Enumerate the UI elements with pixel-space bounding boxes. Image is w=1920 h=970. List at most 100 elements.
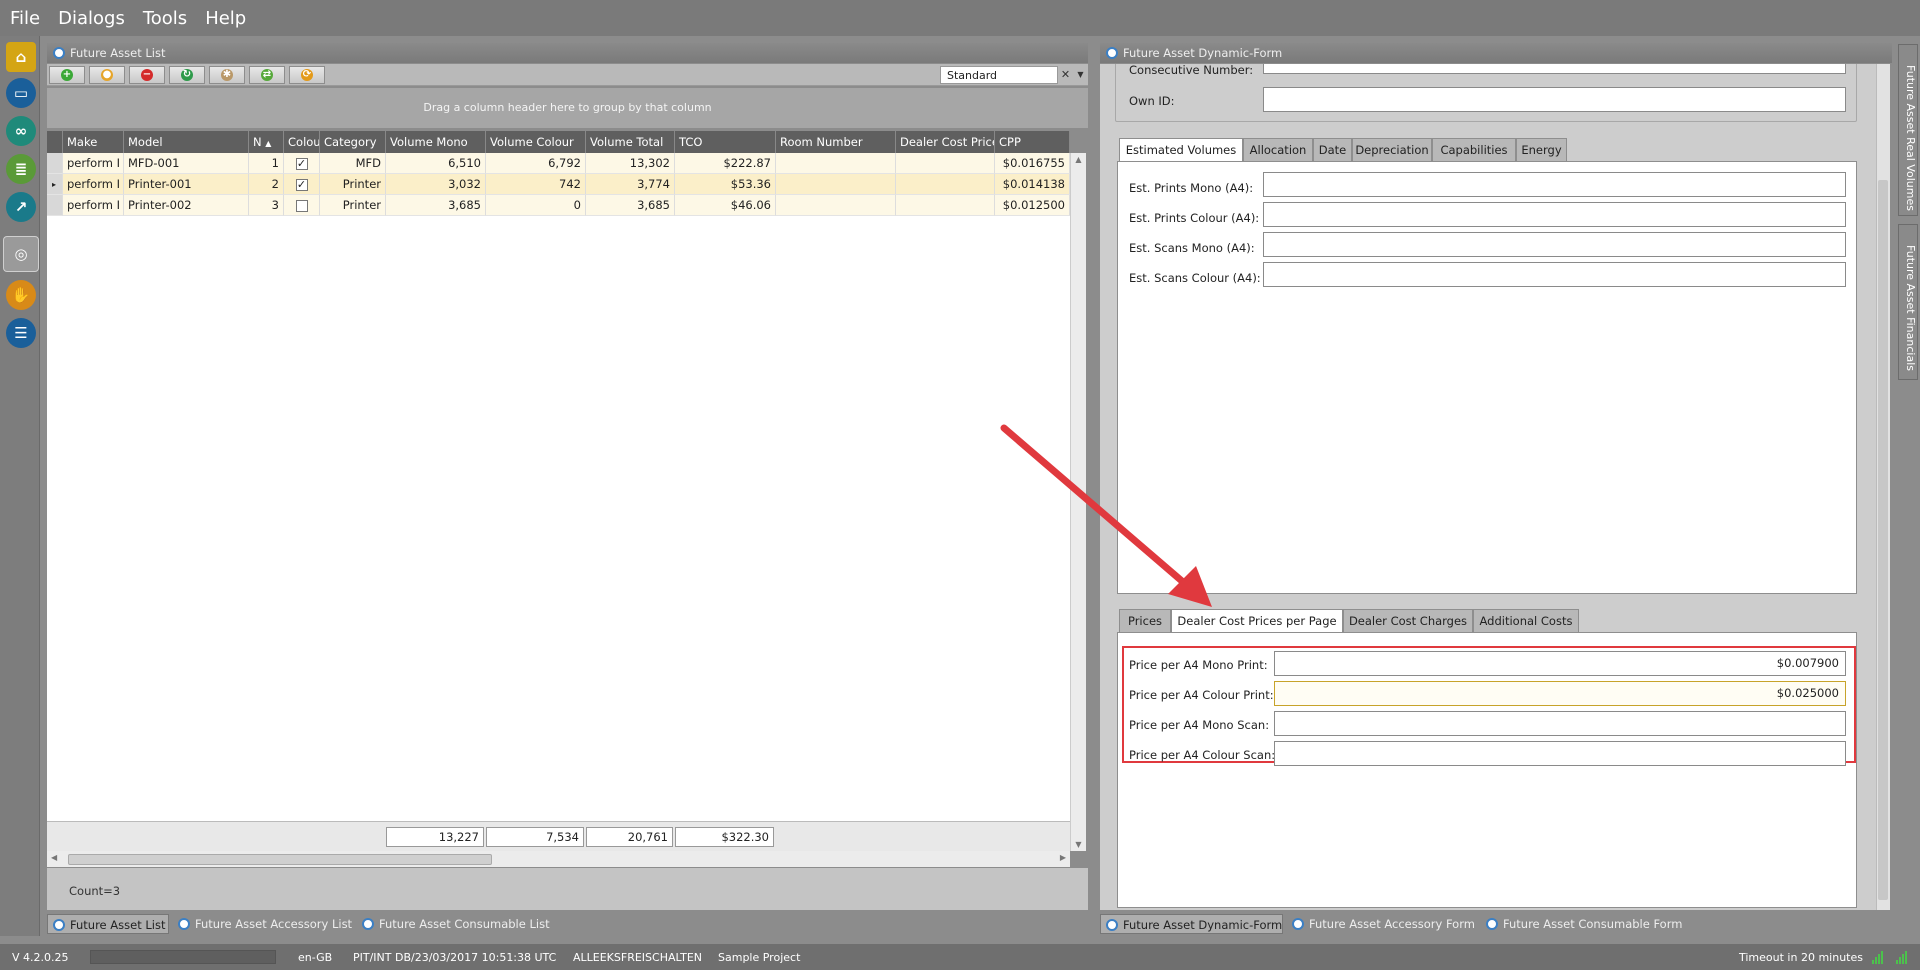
tab-future-asset-accessory-form[interactable]: Future Asset Accessory Form [1287,914,1477,934]
scroll-left-icon[interactable]: ◀ [51,853,57,862]
col-volume-mono[interactable]: Volume Mono [386,131,486,153]
price-mono-print-field[interactable]: $0.007900 [1274,651,1846,676]
sync-button[interactable]: ⟳ [289,66,325,84]
tab-estimated-volumes[interactable]: Estimated Volumes [1119,138,1243,162]
colour-checkbox[interactable] [295,199,308,212]
tab-capabilities[interactable]: Capabilities [1432,138,1516,162]
row-selector[interactable] [47,153,63,174]
view-dropdown-chevron-icon[interactable]: ▼ [1074,66,1087,84]
est-prints-mono-field[interactable] [1263,172,1846,197]
record-count: Count=3 [47,868,1088,910]
view-select[interactable]: Standard [940,66,1058,84]
col-tco[interactable]: TCO [675,131,776,153]
menu-help[interactable]: Help [205,8,246,29]
group-by-area[interactable]: Drag a column header here to group by th… [47,88,1088,128]
asset-grid: Make Model N ▲ Colou Category Volume Mon… [47,131,1070,821]
edit-button[interactable]: ● [89,66,125,84]
handshake-icon[interactable]: ✋ [6,280,36,310]
delete-button[interactable]: − [129,66,165,84]
scroll-down-icon[interactable]: ▼ [1071,840,1086,849]
home-icon[interactable]: ⌂ [6,42,36,72]
tab-energy[interactable]: Energy [1516,138,1567,162]
tab-depreciation[interactable]: Depreciation [1352,138,1432,162]
col-number[interactable]: N ▲ [249,131,284,153]
locale-text: en-GB [298,951,333,964]
scroll-icon[interactable]: ≣ [6,154,36,184]
est-scans-mono-field[interactable] [1263,232,1846,257]
scroll-up-icon[interactable]: ▲ [1071,155,1086,164]
consecutive-number-label: Consecutive Number: [1129,65,1254,74]
price-colour-scan-field[interactable] [1274,741,1846,766]
settings-button[interactable]: ✱ [209,66,245,84]
total-volume-colour: 7,534 [486,827,584,847]
est-scans-mono-label: Est. Scans Mono (A4): [1129,241,1255,255]
price-mono-print-label: Price per A4 Mono Print: [1129,658,1268,672]
form-scroll-thumb[interactable] [1878,180,1888,900]
tab-future-asset-accessory-list[interactable]: Future Asset Accessory List [173,914,353,934]
signal-icon [1872,950,1884,964]
clear-view-button[interactable]: ✕ [1059,66,1072,84]
tab-future-asset-dynamic-form[interactable]: Future Asset Dynamic-Form [1100,914,1283,934]
side-tab-real-volumes[interactable]: Future Asset Real Volumes [1898,44,1918,216]
cell-room-number [776,153,896,174]
colour-checkbox[interactable]: ✓ [295,157,308,170]
panel-icon [1106,47,1118,59]
col-cpp[interactable]: CPP [995,131,1070,153]
cell-colour[interactable] [284,195,320,216]
menu-tools[interactable]: Tools [143,8,187,29]
side-tab-financials[interactable]: Future Asset Financials [1898,224,1918,380]
tab-future-asset-consumable-form[interactable]: Future Asset Consumable Form [1481,914,1682,934]
cell-model: Printer-002 [124,195,249,216]
menu-dialogs[interactable]: Dialogs [58,8,125,29]
consecutive-number-field[interactable] [1263,64,1846,74]
col-model[interactable]: Model [124,131,249,153]
total-volume-total: 20,761 [586,827,673,847]
price-mono-scan-label: Price per A4 Mono Scan: [1129,718,1270,732]
left-panel-title: Future Asset List [70,46,166,60]
own-id-field[interactable] [1263,87,1846,112]
folder-icon[interactable]: ▭ [6,78,36,108]
col-category[interactable]: Category [320,131,386,153]
col-dealer-cost-price[interactable]: Dealer Cost Price [896,131,995,153]
cell-colour[interactable]: ✓ [284,174,320,195]
refresh-button[interactable]: ↻ [169,66,205,84]
tab-additional-costs[interactable]: Additional Costs [1473,609,1579,633]
chart-trend-icon[interactable]: ↗ [6,192,36,222]
document-icon[interactable]: ☰ [6,318,36,348]
est-scans-colour-field[interactable] [1263,262,1846,287]
table-row[interactable]: perform I MFD-001 1 ✓ MFD 6,510 6,792 13… [47,153,1070,174]
price-colour-print-field[interactable]: $0.025000 [1274,681,1846,706]
col-room-number[interactable]: Room Number [776,131,896,153]
horizontal-scroll-thumb[interactable] [68,854,492,865]
tab-date[interactable]: Date [1313,138,1352,162]
tab-dealer-cost-charges[interactable]: Dealer Cost Charges [1343,609,1473,633]
table-row[interactable]: ▸ perform I Printer-001 2 ✓ Printer 3,03… [47,174,1070,195]
col-volume-total[interactable]: Volume Total [586,131,675,153]
est-prints-colour-field[interactable] [1263,202,1846,227]
tab-future-asset-list[interactable]: Future Asset List [47,914,169,934]
colour-checkbox[interactable]: ✓ [295,178,308,191]
col-volume-colour[interactable]: Volume Colour [486,131,586,153]
price-mono-scan-field[interactable] [1274,711,1846,736]
scroll-right-icon[interactable]: ▶ [1060,853,1066,862]
col-colour[interactable]: Colou [284,131,320,153]
user-text: ALLEEKSFREISCHALTEN [573,951,703,964]
row-selector[interactable] [47,195,63,216]
cell-cpp: $0.014138 [995,174,1070,195]
connection-icon [1896,950,1908,964]
binoculars-icon[interactable]: ∞ [6,116,36,146]
tab-allocation[interactable]: Allocation [1243,138,1313,162]
cell-colour[interactable]: ✓ [284,153,320,174]
col-make[interactable]: Make [63,131,124,153]
tab-future-asset-consumable-list[interactable]: Future Asset Consumable List [357,914,550,934]
add-button[interactable]: + [49,66,85,84]
menu-file[interactable]: File [10,8,40,29]
export-button[interactable]: ⇄ [249,66,285,84]
target-icon[interactable]: ◎ [3,236,39,272]
est-prints-mono-label: Est. Prints Mono (A4): [1129,181,1254,195]
cell-volume-total: 3,685 [586,195,675,216]
row-pointer-icon[interactable]: ▸ [47,174,63,195]
left-nav-bar: ⌂ ▭ ∞ ≣ ↗ ◎ ✋ ☰ [0,36,40,936]
progress-bar [90,950,276,964]
table-row[interactable]: perform I Printer-002 3 Printer 3,685 0 … [47,195,1070,216]
